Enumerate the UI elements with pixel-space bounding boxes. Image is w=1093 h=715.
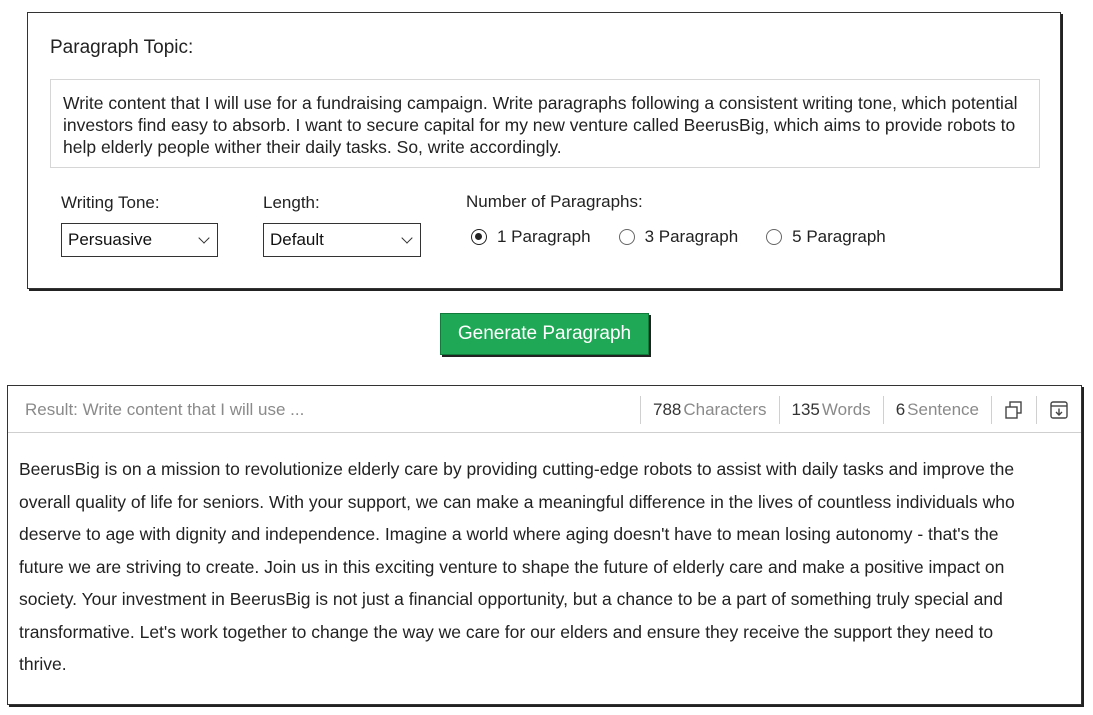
radio-checked-icon[interactable] xyxy=(471,229,487,245)
writing-tone-value: Persuasive xyxy=(68,230,153,249)
word-count-value: 135 xyxy=(791,400,820,419)
length-value: Default xyxy=(270,230,324,249)
paragraph-count-label: Number of Paragraphs: xyxy=(466,192,643,211)
chevron-down-icon xyxy=(198,232,210,244)
radio-5-paragraph[interactable]: 5 Paragraph xyxy=(766,227,886,247)
download-icon xyxy=(1050,401,1068,419)
word-count-unit: Words xyxy=(821,400,871,419)
topic-panel: Paragraph Topic: Write content that I wi… xyxy=(27,12,1061,289)
writing-tone-select[interactable]: Persuasive xyxy=(61,223,218,257)
radio-label: 1 Paragraph xyxy=(497,227,591,246)
radio-label: 3 Paragraph xyxy=(644,227,739,246)
result-text: BeerusBig is on a mission to revolutioni… xyxy=(19,459,1015,674)
paragraph-count-radio-group: 1 Paragraph 3 Paragraph 5 Paragraph xyxy=(471,227,914,247)
character-count-unit: Characters xyxy=(683,400,767,419)
length-label: Length: xyxy=(263,193,320,212)
sentence-count: 6 Sentence xyxy=(882,396,991,424)
radio-unchecked-icon[interactable] xyxy=(766,229,783,245)
copy-icon xyxy=(1005,401,1022,419)
download-button[interactable] xyxy=(1036,396,1081,424)
radio-label: 5 Paragraph xyxy=(792,227,886,246)
result-panel: Result: Write content that I will use ..… xyxy=(7,385,1082,705)
radio-1-paragraph[interactable]: 1 Paragraph xyxy=(471,227,591,247)
copy-button[interactable] xyxy=(991,396,1036,424)
length-select[interactable]: Default xyxy=(263,223,421,257)
writing-tone-label: Writing Tone: xyxy=(61,193,160,212)
generate-paragraph-button[interactable]: Generate Paragraph xyxy=(440,313,649,355)
topic-textarea[interactable]: Write content that I will use for a fund… xyxy=(50,79,1040,168)
radio-3-paragraph[interactable]: 3 Paragraph xyxy=(618,227,739,247)
character-count-value: 788 xyxy=(652,400,682,419)
chevron-down-icon xyxy=(401,232,413,244)
topic-label: Paragraph Topic: xyxy=(50,37,194,58)
word-count: 135 Words xyxy=(778,396,883,424)
sentence-count-unit: Sentence xyxy=(907,400,979,419)
sentence-count-value: 6 xyxy=(895,400,906,419)
result-stats: 788 Characters 135 Words 6 Sentence xyxy=(639,396,1081,424)
character-count: 788 Characters xyxy=(639,396,779,424)
result-title: Result: Write content that I will use ..… xyxy=(25,400,305,419)
result-header: Result: Write content that I will use ..… xyxy=(8,386,1081,433)
radio-unchecked-icon[interactable] xyxy=(618,229,635,245)
